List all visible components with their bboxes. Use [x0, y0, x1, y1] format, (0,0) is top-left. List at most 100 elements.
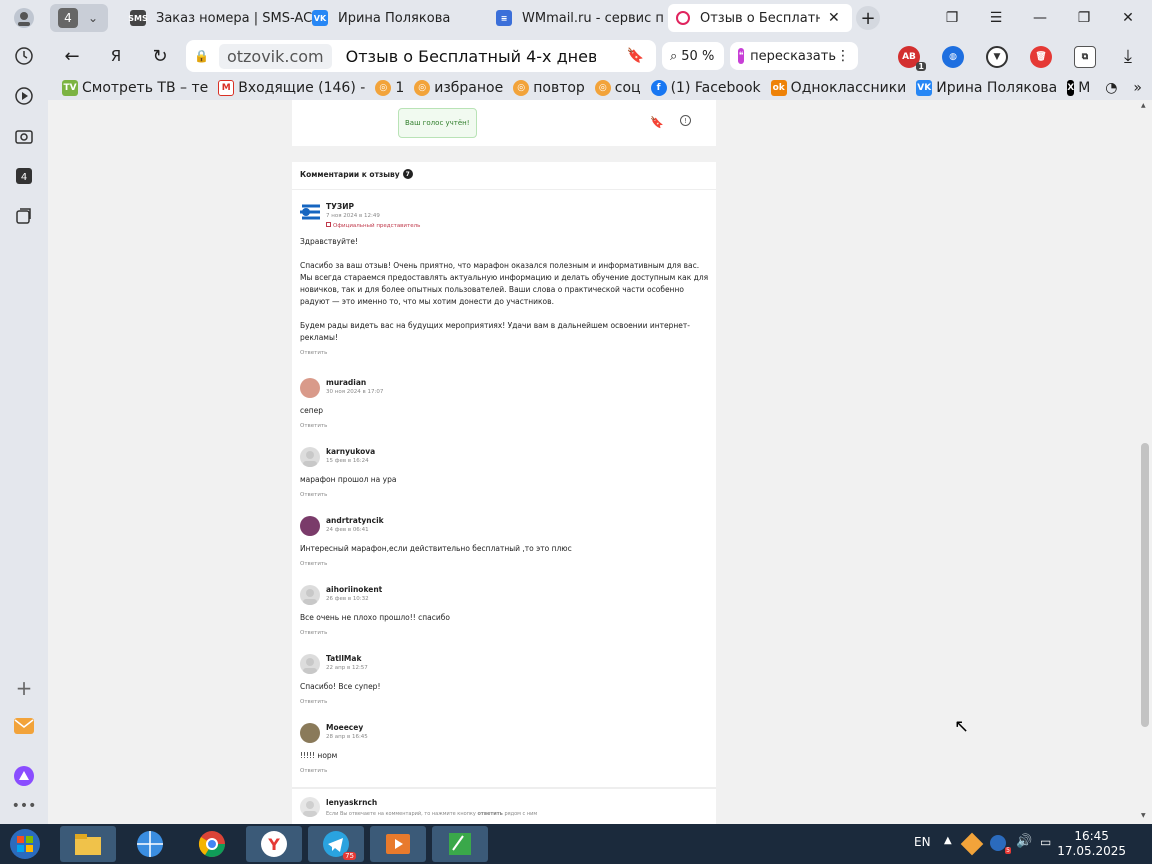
tab-vk[interactable]: VK Ирина Полякова — [304, 4, 484, 32]
reply-button[interactable]: Ответить — [300, 350, 327, 356]
reply-button[interactable]: Ответить — [300, 492, 327, 498]
back-button[interactable]: ← — [58, 44, 86, 68]
bookmark-tv[interactable]: TV Смотреть ТВ – те — [62, 80, 208, 96]
bookmark-vk[interactable]: VK Ирина Полякова — [916, 80, 1057, 96]
reply-button[interactable]: Ответить — [300, 561, 327, 567]
close-tab-icon[interactable]: ✕ — [828, 10, 840, 26]
bookmark-x[interactable]: XMichael Hudso — [1067, 80, 1091, 96]
menu-icon[interactable]: ☰ — [982, 6, 1010, 30]
shield-icon[interactable]: ▼ — [986, 46, 1008, 68]
yandex-browser-icon[interactable]: Y — [246, 826, 302, 862]
more-icon[interactable]: ••• — [12, 794, 37, 818]
tab-sms[interactable]: SMS Заказ номера | SMS-AC — [122, 4, 318, 32]
tray-app-icon[interactable] — [960, 832, 984, 856]
tabs-count-icon[interactable]: 4 — [12, 164, 36, 188]
scroll-down-icon[interactable]: ▼ — [1141, 812, 1146, 819]
bookmark-folder-social[interactable]: ◎ соц — [594, 80, 641, 96]
comment-user[interactable]: TatllMak — [326, 654, 361, 663]
collections-icon[interactable] — [12, 204, 36, 228]
clock-bookmark-icon[interactable]: ◔ — [1105, 80, 1117, 96]
comment-user[interactable]: aihoriinokent — [326, 585, 382, 594]
reader-icon[interactable]: ⧉ — [1074, 46, 1096, 68]
retell-button[interactable]: ❝ пересказать ⋮ — [730, 42, 858, 70]
comment-date: 22 апр в 12:57 — [326, 665, 368, 671]
info-icon[interactable]: ! — [680, 115, 691, 126]
adblock-icon[interactable]: AB 1 — [898, 46, 926, 71]
comment-user[interactable]: karnyukova — [326, 447, 375, 456]
camera-icon[interactable] — [12, 124, 36, 148]
avatar[interactable] — [300, 378, 320, 398]
zoom-value: 50 % — [681, 48, 715, 64]
language-indicator[interactable]: EN — [914, 835, 931, 849]
tray-yandex-icon[interactable]: 5 — [990, 835, 1011, 854]
retell-label: пересказать — [750, 48, 836, 64]
reply-button[interactable]: Ответить — [300, 768, 327, 774]
official-badge: Официальный представитель — [326, 222, 420, 229]
svg-text:Y: Y — [267, 835, 280, 854]
mail-icon[interactable] — [12, 714, 36, 738]
tuzir-logo-avatar[interactable] — [300, 202, 320, 222]
history-icon[interactable] — [12, 44, 36, 68]
bookmark-folder-favorites[interactable]: ◎ избраное — [414, 80, 503, 96]
explorer-icon[interactable] — [60, 826, 116, 862]
avatar[interactable] — [300, 654, 320, 674]
bookmarks-panel-icon[interactable]: ❐ — [938, 6, 966, 30]
address-bar[interactable]: 🔒 otzovik.com Отзыв о Бесплатный 4-х дне… — [186, 40, 656, 72]
vpn-globe-icon[interactable]: ◍ — [942, 46, 964, 68]
bookmark-folder-repeat[interactable]: ◎ повтор — [513, 80, 585, 96]
reply-button[interactable]: Ответить — [300, 423, 327, 429]
comments-header: Комментарии к отзыву 7 — [300, 169, 413, 179]
comment-user[interactable]: muradian — [326, 378, 366, 387]
bookmark-facebook[interactable]: f (1) Facebook — [650, 80, 761, 96]
alice-icon[interactable] — [12, 764, 36, 788]
chevron-down-icon: ⌄ — [88, 11, 99, 25]
scrollbar[interactable]: ▲ ▼ — [1138, 100, 1152, 824]
scrollbar-thumb[interactable] — [1141, 443, 1149, 727]
avatar[interactable] — [300, 723, 320, 743]
bookmark-gmail[interactable]: M Входящие (146) - — [218, 80, 365, 96]
bookmark-folder-1[interactable]: ◎ 1 — [375, 80, 404, 96]
comment-user[interactable]: Moeecey — [326, 723, 363, 732]
bookmark-label: Ирина Полякова — [936, 80, 1058, 96]
tab-label: Ирина Полякова — [338, 10, 451, 26]
avatar[interactable] — [300, 447, 320, 467]
reply-button[interactable]: Ответить — [300, 699, 327, 705]
maximize-button[interactable]: ❐ — [1070, 6, 1098, 30]
close-window-button[interactable]: ✕ — [1114, 6, 1142, 30]
avatar[interactable] — [300, 585, 320, 605]
tab-wmmail[interactable]: ≡ WMmail.ru - сервис поч — [488, 4, 664, 32]
bookmark-icon[interactable]: 🔖 — [627, 48, 644, 64]
start-button[interactable] — [0, 826, 50, 862]
tab-group[interactable]: 4 ⌄ — [50, 4, 108, 32]
downloads-icon[interactable]: ⤓ — [1114, 44, 1142, 68]
new-tab-button[interactable]: + — [856, 6, 880, 30]
play-icon[interactable] — [12, 84, 36, 108]
more-vert-icon[interactable]: ⋮ — [836, 48, 850, 64]
profile-avatar[interactable] — [12, 6, 36, 30]
scroll-up-icon[interactable]: ▲ — [1141, 102, 1146, 109]
book-app-icon[interactable] — [432, 826, 488, 862]
ie-globe-icon[interactable] — [122, 826, 178, 862]
system-clock[interactable]: 16:45 17.05.2025 — [1057, 829, 1126, 859]
bookmark-ok[interactable]: ok Одноклассники — [770, 80, 906, 96]
zoom-button[interactable]: ⌕ 50 % — [662, 42, 724, 70]
add-panel-icon[interactable]: + — [12, 676, 36, 700]
trash-icon[interactable]: 🗑 — [1030, 46, 1052, 68]
tray-expand-icon[interactable]: ▲ — [944, 835, 952, 846]
chrome-icon[interactable] — [184, 826, 240, 862]
reply-button[interactable]: Ответить — [300, 630, 327, 636]
chevron-right-icon[interactable]: » — [1133, 80, 1142, 96]
telegram-icon[interactable]: 75 — [308, 826, 364, 862]
minimize-button[interactable]: — — [1026, 6, 1054, 30]
avatar[interactable] — [300, 516, 320, 536]
network-icon[interactable]: ▭ — [1040, 835, 1051, 849]
bookmark-icon[interactable]: 🔖 — [650, 116, 664, 129]
comment-user[interactable]: ТУЗИР — [326, 202, 354, 211]
comment-user[interactable]: andrtratyncik — [326, 516, 384, 525]
reload-button[interactable]: ↻ — [146, 44, 174, 68]
volume-icon[interactable]: 🔊 — [1016, 834, 1032, 849]
tab-otzovik[interactable]: Отзыв о Бесплатный ✕ — [668, 4, 852, 32]
media-player-icon[interactable] — [370, 826, 426, 862]
yandex-logo-icon[interactable]: Я — [102, 44, 130, 68]
folder-icon: ◎ — [594, 80, 611, 96]
